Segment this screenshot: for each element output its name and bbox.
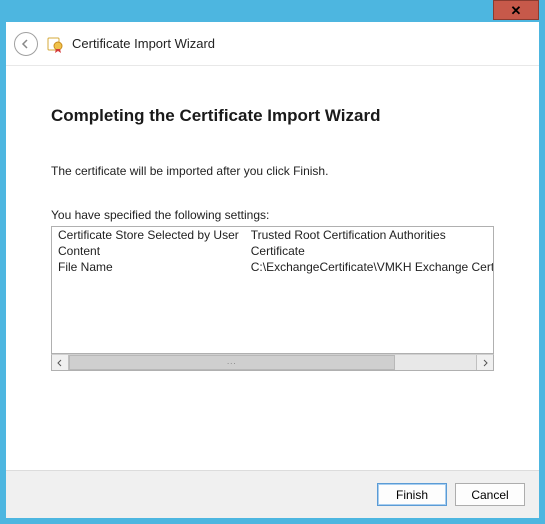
info-text: The certificate will be imported after y…: [51, 164, 494, 178]
close-button[interactable]: ✕: [493, 0, 539, 20]
cancel-button[interactable]: Cancel: [455, 483, 525, 506]
wizard-window: Certificate Import Wizard Completing the…: [6, 22, 539, 518]
settings-label: You have specified the following setting…: [51, 208, 494, 222]
window-title: Certificate Import Wizard: [72, 36, 215, 51]
finish-button[interactable]: Finish: [377, 483, 447, 506]
setting-value: Certificate: [245, 243, 494, 259]
scroll-left-button[interactable]: [52, 355, 69, 370]
chevron-left-icon: [56, 359, 64, 367]
horizontal-scrollbar[interactable]: ∙∙∙: [51, 354, 494, 371]
chevron-right-icon: [481, 359, 489, 367]
setting-label: Content: [52, 243, 245, 259]
arrow-left-icon: [20, 38, 32, 50]
grip-icon: ∙∙∙: [227, 358, 237, 367]
settings-table: Certificate Store Selected by User Trust…: [52, 227, 494, 275]
scroll-track[interactable]: ∙∙∙: [69, 355, 476, 370]
certificate-wizard-icon: [46, 35, 64, 53]
table-row[interactable]: Certificate Store Selected by User Trust…: [52, 227, 494, 243]
close-icon: ✕: [511, 4, 522, 17]
scroll-right-button[interactable]: [476, 355, 493, 370]
page-heading: Completing the Certificate Import Wizard: [51, 106, 494, 126]
setting-value: C:\ExchangeCertificate\VMKH Exchange Cer…: [245, 259, 494, 275]
setting-label: File Name: [52, 259, 245, 275]
setting-label: Certificate Store Selected by User: [52, 227, 245, 243]
wizard-footer: Finish Cancel: [6, 470, 539, 518]
wizard-content: Completing the Certificate Import Wizard…: [6, 66, 539, 470]
table-row[interactable]: File Name C:\ExchangeCertificate\VMKH Ex…: [52, 259, 494, 275]
scroll-thumb[interactable]: ∙∙∙: [69, 355, 395, 370]
titlebar: Certificate Import Wizard: [6, 22, 539, 66]
back-button[interactable]: [14, 32, 38, 56]
settings-listbox: Certificate Store Selected by User Trust…: [51, 226, 494, 354]
setting-value: Trusted Root Certification Authorities: [245, 227, 494, 243]
table-row[interactable]: Content Certificate: [52, 243, 494, 259]
